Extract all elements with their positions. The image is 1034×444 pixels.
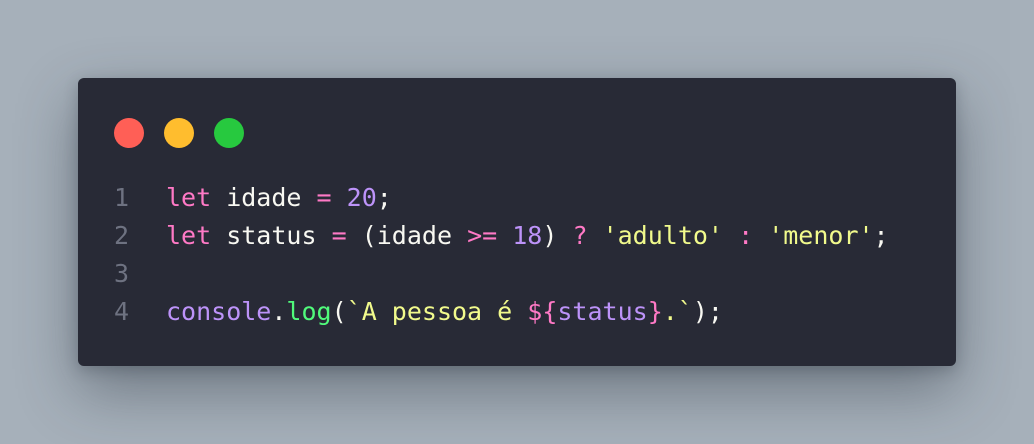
code-token: ; [376, 183, 392, 212]
code-token: = [331, 221, 347, 250]
code-window: 1 let idade = 20; 2 let status = (idade >= … [78, 78, 956, 366]
close-dot-icon [114, 118, 144, 148]
line-source: let status = (idade >= 18) ? 'adulto' : … [166, 217, 889, 255]
code-block: 1 let idade = 20; 2 let status = (idade >= … [78, 179, 956, 331]
code-line: 1 let idade = 20; [78, 179, 956, 217]
code-token: console [166, 297, 272, 326]
code-line: 2 let status = (idade >= 18) ? 'adulto' :… [78, 217, 956, 255]
code-token: status [211, 221, 332, 250]
code-token: ) [542, 221, 573, 250]
code-token: 20 [346, 183, 377, 212]
code-line: 3 [78, 255, 956, 293]
code-token: ); [692, 297, 723, 326]
code-token: >= [467, 221, 498, 250]
code-token: } [647, 297, 663, 326]
code-token: ${ [527, 297, 558, 326]
line-source: console.log(`A pessoa é ${status}.`); [166, 293, 723, 331]
code-token: .` [662, 297, 693, 326]
code-token: 'adulto' [602, 221, 723, 250]
code-token: log [286, 297, 332, 326]
code-token: status [557, 297, 648, 326]
line-number: 3 [114, 259, 130, 288]
code-token: `A pessoa é [346, 297, 528, 326]
line-source: let idade = 20; [166, 179, 392, 217]
minimize-dot-icon [164, 118, 194, 148]
window-controls [114, 118, 244, 148]
code-token: let [166, 183, 212, 212]
line-number: 1 [114, 183, 130, 212]
code-token: . [271, 297, 287, 326]
code-token: ( [331, 297, 347, 326]
code-token: idade [211, 183, 317, 212]
code-token: ? [572, 221, 588, 250]
code-token: 18 [512, 221, 543, 250]
code-token: = [316, 183, 332, 212]
code-token: ; [873, 221, 889, 250]
code-token: : [738, 221, 754, 250]
line-number: 4 [114, 297, 130, 326]
maximize-dot-icon [214, 118, 244, 148]
code-token: (idade [346, 221, 468, 250]
code-line: 4 console.log(`A pessoa é ${status}.`); [78, 293, 956, 331]
code-token: let [166, 221, 212, 250]
line-number: 2 [114, 221, 130, 250]
code-token: 'menor' [768, 221, 874, 250]
